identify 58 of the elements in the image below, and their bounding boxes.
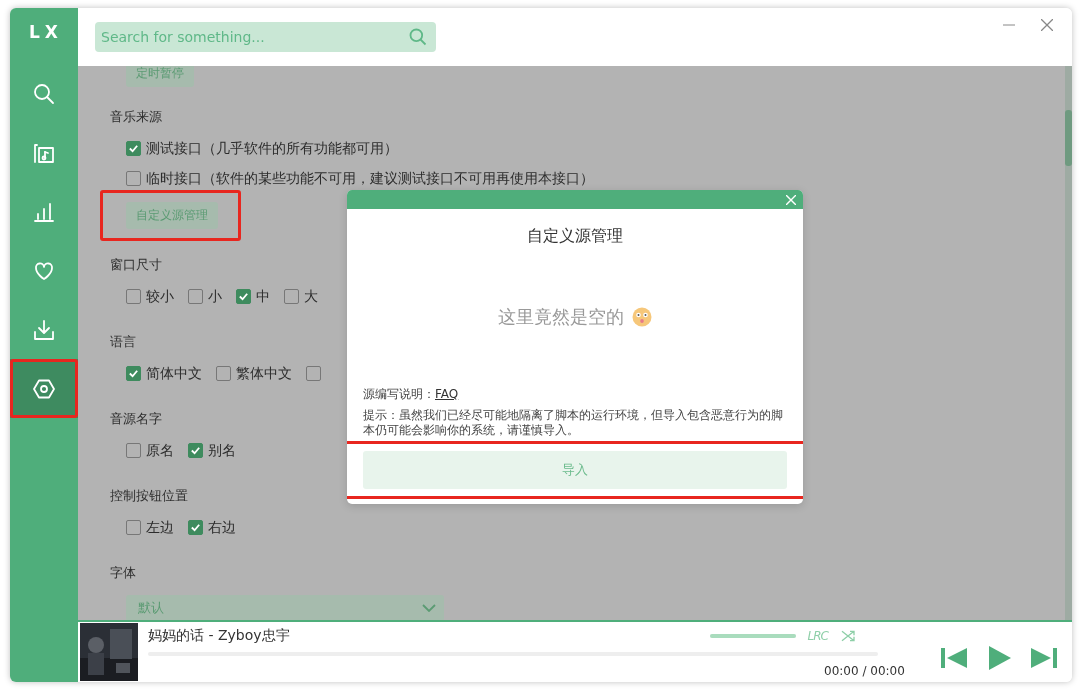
check-icon [128,143,139,154]
checkbox[interactable] [188,443,203,458]
checkbox[interactable] [126,289,141,304]
section-title: 音源名字 [110,410,162,428]
checkbox[interactable] [284,289,299,304]
checkbox[interactable] [126,141,141,156]
faq-link[interactable]: FAQ [435,387,459,401]
checkbox[interactable] [126,520,141,535]
checkbox[interactable] [126,443,141,458]
check-icon [238,291,249,302]
checkbox-option[interactable]: 原名 [126,441,174,460]
checkbox-option[interactable]: 繁体中文 [216,364,292,383]
scroll-thumb[interactable] [1065,110,1072,166]
dialog-title: 自定义源管理 [526,226,624,247]
play-time: 00:00 / 00:00 [824,663,905,678]
checkbox-option[interactable]: 左边 [126,518,174,537]
highlight-frame [10,359,78,418]
checkbox[interactable] [216,366,231,381]
section-title: 控制按钮位置 [110,487,188,505]
search-icon[interactable] [408,27,428,47]
play-icon[interactable] [986,644,1012,671]
checkbox[interactable] [236,289,251,304]
app-logo: LX [28,22,64,44]
checkbox[interactable] [188,289,203,304]
volume-slider[interactable] [709,634,796,638]
next-icon[interactable] [1030,645,1058,670]
sidebar-item[interactable] [10,359,78,418]
checkbox-option[interactable]: 别名 [188,441,236,460]
empty-message: 这里竟然是空的 [498,305,624,329]
checkbox[interactable] [126,171,141,186]
checkbox[interactable] [188,520,203,535]
checkbox-option[interactable]: 较小 [126,287,174,306]
search-field[interactable]: Search for something... [95,22,436,52]
download-icon [32,317,56,342]
chevron-down-icon [422,604,436,612]
section-title: 窗口尺寸 [110,256,162,274]
checkbox[interactable] [126,366,141,381]
checkbox-option[interactable]: 简体中文 [126,364,202,383]
checkbox-option[interactable]: 测试接口（几乎软件的所有功能都可用） [126,139,1052,158]
close-icon[interactable] [1041,19,1053,31]
section-title: 字体 [110,564,136,582]
song-title: 妈妈的话 - Zyboy忠宇 [148,627,290,645]
check-icon [128,368,139,379]
check-icon [190,445,201,456]
previous-icon[interactable] [940,645,968,670]
checkbox-option[interactable]: 右边 [188,518,236,537]
emoji-icon [632,307,652,327]
checkbox-option[interactable]: 小 [188,287,222,306]
checkbox-option[interactable]: 中 [236,287,270,306]
checkbox-option[interactable]: 大 [284,287,318,306]
checkbox-option[interactable]: 临时接口（软件的某些功能不可用，建议测试接口不可用再使用本接口） [126,169,1052,188]
section-title: 音乐来源 [110,108,162,126]
search-icon [32,81,56,106]
check-icon [190,522,201,533]
section-title: 语言 [110,333,136,351]
help-label: 源编写说明： [363,387,435,401]
shuffle-icon[interactable] [840,628,856,644]
warning-notice: 提示：虽然我们已经尽可能地隔离了脚本的运行环境，但导入包含恶意行为的脚本仍可能会影响你的系统，请谨慎导入。 [363,408,784,438]
